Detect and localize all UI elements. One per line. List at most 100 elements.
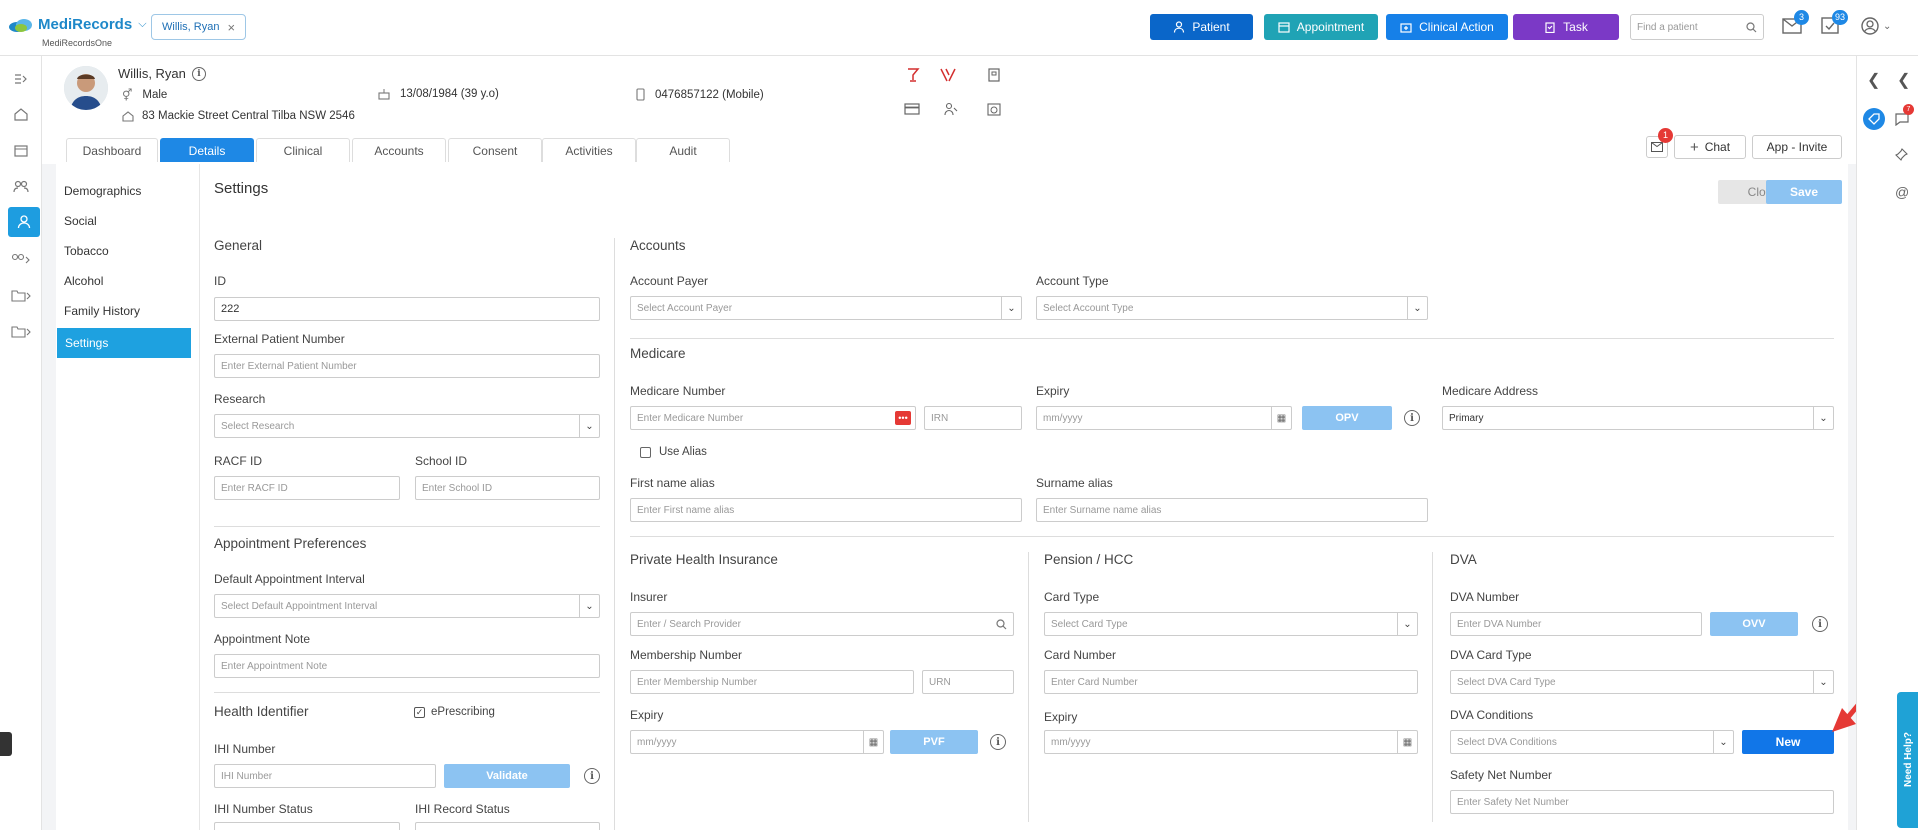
irn-field[interactable]: IRN — [924, 406, 1022, 430]
phi-expiry-field[interactable]: mm/yyyy ▦ — [630, 730, 884, 754]
patient-icon[interactable] — [8, 207, 40, 237]
tab-audit[interactable]: Audit — [636, 138, 730, 162]
folder-share-icon[interactable] — [8, 318, 34, 344]
expand-menu-icon[interactable] — [8, 66, 34, 92]
safety-net-number-field[interactable]: Enter Safety Net Number — [1450, 790, 1834, 814]
appointment-button[interactable]: Appointment — [1264, 14, 1378, 40]
info-icon[interactable]: i — [990, 734, 1006, 750]
users-icon[interactable] — [8, 173, 34, 199]
medicare-address-select[interactable]: Primary ⌄ — [1442, 406, 1834, 430]
tasks-button[interactable]: 93 — [1821, 10, 1849, 37]
account-type-select[interactable]: Select Account Type ⌄ — [1036, 296, 1428, 320]
validate-button[interactable]: Validate — [444, 764, 570, 788]
external-patient-number-field[interactable]: Enter External Patient Number — [214, 354, 600, 378]
building-icon[interactable] — [988, 68, 1000, 82]
medicare-card-icon[interactable]: ••• — [895, 411, 911, 425]
clinical-action-button[interactable]: Clinical Action — [1386, 14, 1508, 40]
medicare-expiry-field[interactable]: mm/yyyy ▦ — [1036, 406, 1292, 430]
calendar-icon[interactable]: ▦ — [1271, 407, 1291, 429]
mail-button[interactable]: 3 — [1782, 10, 1809, 37]
submenu-item-alcohol[interactable]: Alcohol — [56, 266, 190, 296]
info-icon[interactable]: i — [584, 768, 600, 784]
info-icon[interactable]: i — [1812, 616, 1828, 632]
default-interval-select[interactable]: Select Default Appointment Interval ⌄ — [214, 594, 600, 618]
ihi-record-status-field[interactable] — [415, 822, 600, 830]
chevron-down-icon[interactable]: ⌵ — [138, 18, 146, 31]
account-payer-select[interactable]: Select Account Payer ⌄ — [630, 296, 1022, 320]
dva-conditions-select[interactable]: Select DVA Conditions ⌄ — [1450, 730, 1734, 754]
insurer-search-field[interactable]: Enter / Search Provider — [630, 612, 1014, 636]
dva-card-type-select[interactable]: Select DVA Card Type ⌄ — [1450, 670, 1834, 694]
id-field[interactable]: 222 — [214, 297, 600, 321]
patient-chip[interactable]: Willis, Ryan × — [151, 14, 247, 40]
allergy-icon[interactable] — [940, 68, 956, 82]
groups-icon[interactable] — [8, 246, 34, 272]
submenu-item-family-history[interactable]: Family History — [56, 296, 190, 326]
info-icon[interactable]: i — [191, 66, 206, 81]
urn-field[interactable]: URN — [922, 670, 1014, 694]
save-button[interactable]: Save — [1766, 180, 1842, 204]
ovv-button[interactable]: OVV — [1710, 612, 1798, 636]
calendar-icon[interactable]: ▦ — [863, 731, 883, 753]
side-tab-handle[interactable] — [0, 732, 12, 756]
pin-icon[interactable] — [1895, 148, 1908, 164]
collapse-left-icon[interactable]: ❮ — [1897, 70, 1910, 90]
pension-expiry-field[interactable]: mm/yyyy ▦ — [1044, 730, 1418, 754]
tab-clinical[interactable]: Clinical — [256, 138, 350, 162]
ihi-number-status-field[interactable] — [214, 822, 400, 830]
medicare-heading: Medicare — [630, 346, 686, 361]
opv-button[interactable]: OPV — [1302, 406, 1392, 430]
alcohol-glass-icon[interactable] — [906, 68, 920, 82]
tab-details[interactable]: Details — [160, 138, 254, 162]
tab-consent[interactable]: Consent — [448, 138, 542, 162]
tab-activities[interactable]: Activities — [542, 138, 636, 162]
search-icon[interactable] — [996, 618, 1007, 630]
avatar[interactable] — [64, 66, 108, 110]
dva-number-field[interactable]: Enter DVA Number — [1450, 612, 1702, 636]
patient-button[interactable]: Patient — [1150, 14, 1253, 40]
task-button[interactable]: Task — [1513, 14, 1619, 40]
first-name-alias-field[interactable]: Enter First name alias — [630, 498, 1022, 522]
close-icon[interactable]: × — [227, 20, 235, 35]
home-icon[interactable] — [8, 101, 34, 127]
racf-id-field[interactable]: Enter RACF ID — [214, 476, 400, 500]
calendar-icon[interactable]: ▦ — [1397, 731, 1417, 753]
contacts-icon[interactable] — [944, 102, 958, 116]
search-icon[interactable] — [1746, 21, 1757, 33]
app-invite-button[interactable]: App - Invite — [1752, 135, 1842, 159]
need-help-tab[interactable]: Need Help? — [1897, 692, 1918, 828]
membership-number-field[interactable]: Enter Membership Number — [630, 670, 914, 694]
new-dva-condition-button[interactable]: New — [1742, 730, 1834, 754]
use-alias-checkbox[interactable]: Use Alias — [640, 446, 707, 458]
calendar-icon[interactable] — [8, 137, 34, 163]
collapse-left-icon[interactable]: ❮ — [1867, 70, 1880, 90]
submenu-item-settings[interactable]: Settings — [57, 328, 191, 358]
chat-button[interactable]: + Chat — [1674, 135, 1746, 159]
submenu-item-tobacco[interactable]: Tobacco — [56, 236, 190, 266]
tab-accounts[interactable]: Accounts — [352, 138, 446, 162]
ihi-number-field[interactable]: IHI Number — [214, 764, 436, 788]
submenu-item-social[interactable]: Social — [56, 206, 190, 236]
submenu-item-demographics[interactable]: Demographics — [56, 176, 190, 206]
pvf-button[interactable]: PVF — [890, 730, 978, 754]
appointment-note-field[interactable]: Enter Appointment Note — [214, 654, 600, 678]
research-select[interactable]: Select Research ⌄ — [214, 414, 600, 438]
app-logo[interactable]: MediRecords ⌵ — [8, 16, 147, 33]
folder-icon[interactable] — [8, 282, 34, 308]
patient-search-input[interactable]: Find a patient — [1630, 14, 1764, 40]
school-id-field[interactable]: Enter School ID — [415, 476, 600, 500]
credit-card-icon[interactable] — [904, 103, 920, 115]
info-icon[interactable]: i — [1404, 410, 1420, 426]
chat-bubble-icon[interactable]: 7 — [1895, 104, 1914, 129]
card-number-field[interactable]: Enter Card Number — [1044, 670, 1418, 694]
user-menu[interactable]: ⌄ — [1861, 17, 1891, 35]
tag-icon[interactable] — [1863, 108, 1885, 130]
eprescribing-checkbox[interactable]: ✓ ePrescribing — [414, 706, 495, 718]
tab-dashboard[interactable]: Dashboard — [66, 138, 158, 162]
appointment-clock-icon[interactable] — [987, 102, 1001, 116]
medicare-number-field[interactable]: Enter Medicare Number ••• — [630, 406, 916, 430]
surname-alias-field[interactable]: Enter Surname name alias — [1036, 498, 1428, 522]
card-type-select[interactable]: Select Card Type ⌄ — [1044, 612, 1418, 636]
message-button[interactable]: 1 — [1646, 128, 1673, 158]
at-mention-icon[interactable]: @ — [1895, 184, 1909, 200]
